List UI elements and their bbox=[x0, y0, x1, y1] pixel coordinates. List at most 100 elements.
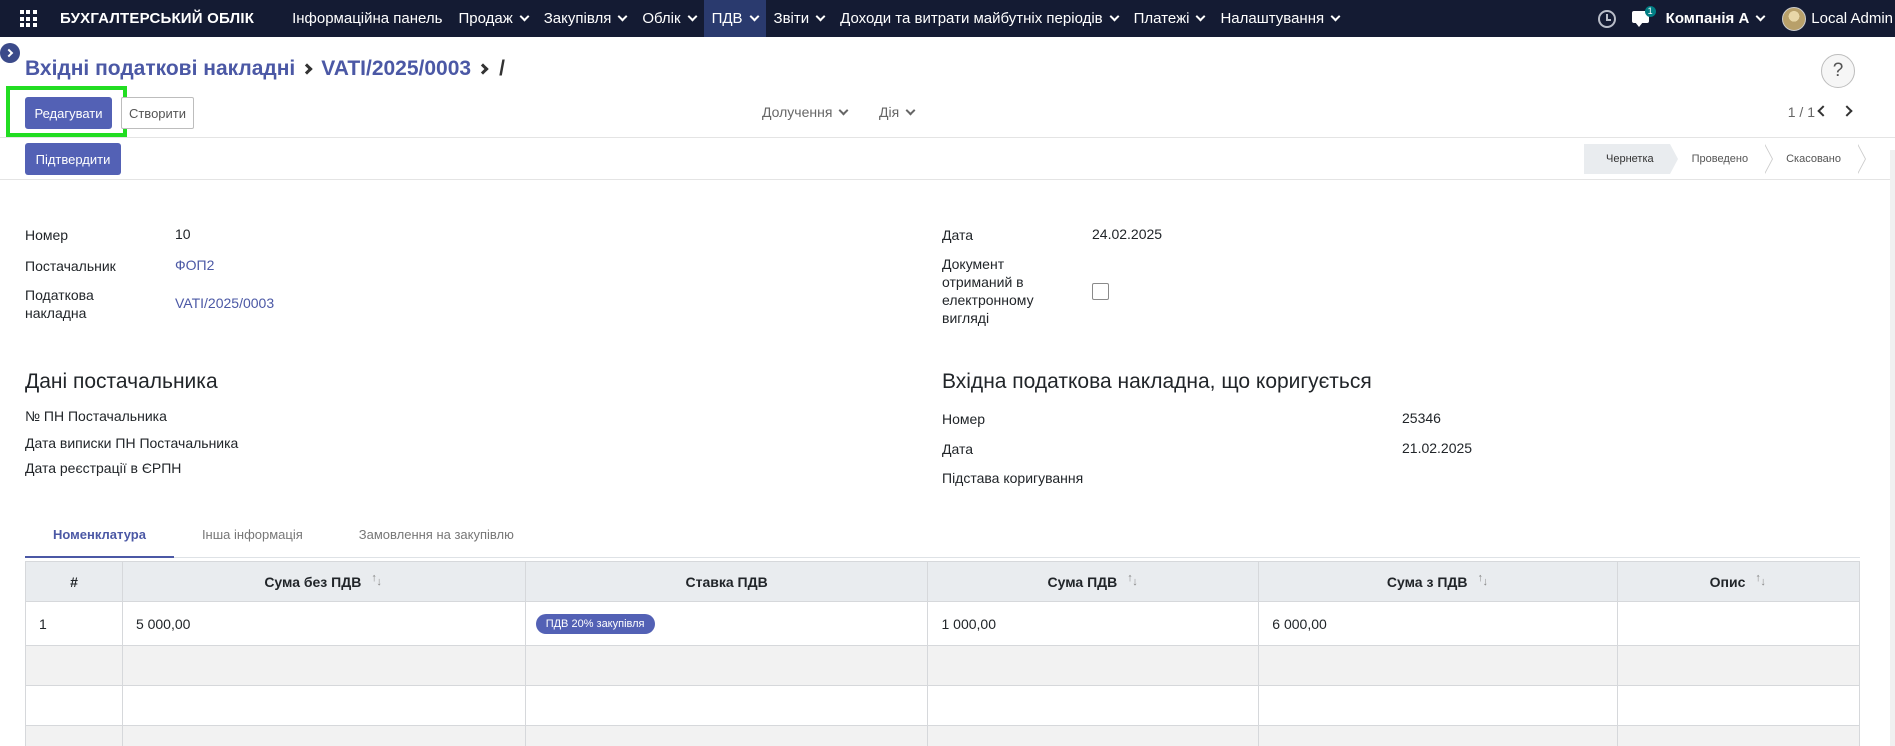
apps-menu-icon[interactable] bbox=[8, 0, 48, 37]
table-header-row: # Сума без ПДВ Ставка ПДВ Сума ПДВ Сума … bbox=[25, 561, 1860, 602]
app-brand[interactable]: БУХГАЛТЕРСЬКИЙ ОБЛІК bbox=[60, 10, 254, 27]
date-label: Дата bbox=[942, 227, 974, 243]
cell-description bbox=[1617, 601, 1860, 646]
sort-icon bbox=[371, 572, 383, 589]
column-header-label: Сума з ПДВ bbox=[1386, 573, 1468, 590]
empty-table-row bbox=[25, 685, 1860, 726]
column-header-label: Сума без ПДВ bbox=[264, 573, 362, 590]
electronic-document-checkbox[interactable] bbox=[1092, 283, 1109, 300]
tax-invoice-link[interactable]: VATI/2025/0003 bbox=[175, 295, 274, 311]
column-header-label: # bbox=[70, 573, 78, 590]
pager-previous-icon[interactable] bbox=[1817, 105, 1829, 117]
activity-clock-icon[interactable] bbox=[1597, 9, 1616, 28]
create-button[interactable]: Створити bbox=[121, 97, 194, 129]
breadcrumb: Вхідні податкові накладні VATI/2025/0003… bbox=[25, 57, 505, 81]
electronic-document-label: Документ отриманий в електронному вигляд… bbox=[942, 256, 1034, 326]
action-dropdown[interactable]: Дія bbox=[879, 104, 916, 120]
menu-label: Закупівля bbox=[543, 10, 612, 27]
breadcrumb-current-link[interactable]: VATI/2025/0003 bbox=[321, 57, 471, 81]
column-header-description[interactable]: Опис bbox=[1617, 561, 1860, 602]
supplier-section-title: Дані постачальника bbox=[25, 370, 218, 393]
sort-icon bbox=[1755, 572, 1767, 589]
page-scrollbar[interactable] bbox=[1890, 150, 1895, 746]
sort-icon bbox=[1477, 572, 1489, 589]
menu-item-vat[interactable]: ПДВ bbox=[703, 0, 766, 37]
menu-item-accounting[interactable]: Облік bbox=[634, 0, 703, 37]
menu-item-reports[interactable]: Звіти bbox=[766, 0, 833, 37]
status-stage-posted[interactable]: Проведено bbox=[1669, 144, 1765, 174]
supplier-link[interactable]: ФОП2 bbox=[175, 257, 214, 273]
supplier-invoice-date-label: Дата виписки ПН Постачальника bbox=[25, 435, 239, 451]
vat-rate-tag: ПДВ 20% закупівля bbox=[535, 613, 655, 634]
number-label: Номер bbox=[25, 227, 69, 243]
breadcrumb-trailing: / bbox=[499, 57, 505, 80]
status-bar: Чернетка Проведено Скасовано bbox=[1584, 144, 1857, 174]
messages-icon[interactable]: 1 bbox=[1631, 5, 1656, 28]
user-avatar[interactable] bbox=[1782, 6, 1807, 31]
attachment-dropdown[interactable]: Долучення bbox=[762, 104, 849, 120]
column-header-vat-amount[interactable]: Сума ПДВ bbox=[927, 561, 1260, 602]
chevron-down-icon bbox=[1330, 11, 1341, 22]
column-header-label: Ставка ПДВ bbox=[685, 573, 768, 590]
messages-count-badge: 1 bbox=[1644, 5, 1656, 17]
main-menu: Інформаційна панель Продаж Закупівля Обл… bbox=[284, 0, 1347, 37]
tab-purchase-orders[interactable]: Замовлення на закупівлю bbox=[331, 520, 542, 558]
menu-label: ПДВ bbox=[711, 10, 743, 27]
empty-table-row bbox=[25, 645, 1860, 686]
cell-amount-ex-vat: 5 000,00 bbox=[121, 601, 526, 646]
menu-item-purchase[interactable]: Закупівля bbox=[536, 0, 635, 37]
menu-item-deferred[interactable]: Доходи та витрати майбутніх періодів bbox=[832, 0, 1126, 37]
chevron-down-icon bbox=[1109, 11, 1120, 22]
column-header-amount-inc-vat[interactable]: Сума з ПДВ bbox=[1258, 561, 1619, 602]
menu-item-sales[interactable]: Продаж bbox=[450, 0, 535, 37]
pager-value[interactable]: 1 / 1 bbox=[1788, 104, 1815, 120]
chevron-down-icon bbox=[687, 11, 698, 22]
corrected-number-label: Номер bbox=[942, 411, 986, 427]
status-bar-divider bbox=[0, 179, 1895, 180]
tab-other-info[interactable]: Інша інформація bbox=[174, 520, 331, 558]
chevron-down-icon bbox=[838, 105, 849, 115]
chevron-right-icon bbox=[477, 63, 489, 75]
menu-label: Інформаційна панель bbox=[292, 10, 443, 27]
pager-next-icon[interactable] bbox=[1841, 105, 1853, 117]
confirm-button[interactable]: Підтвердити bbox=[25, 143, 121, 175]
number-value: 10 bbox=[175, 226, 191, 242]
tab-nomenclature[interactable]: Номенклатура bbox=[25, 520, 174, 558]
chevron-right-icon bbox=[4, 48, 14, 58]
menu-label: Звіти bbox=[773, 10, 810, 27]
menu-item-dashboard[interactable]: Інформаційна панель bbox=[284, 0, 450, 37]
supplier-label: Постачальник bbox=[25, 258, 116, 274]
breadcrumb-parent-link[interactable]: Вхідні податкові накладні bbox=[25, 57, 295, 81]
column-header-amount-ex-vat[interactable]: Сума без ПДВ bbox=[121, 561, 526, 602]
cell-number: 1 bbox=[25, 601, 123, 646]
menu-label: Платежі bbox=[1133, 10, 1190, 27]
sidebar-toggle-button[interactable] bbox=[0, 43, 20, 63]
menu-item-payments[interactable]: Платежі bbox=[1126, 0, 1213, 37]
supplier-invoice-number-label: № ПН Постачальника bbox=[25, 408, 167, 424]
company-switcher[interactable]: Компанія А bbox=[1666, 10, 1766, 27]
edit-button[interactable]: Редагувати bbox=[25, 97, 112, 129]
empty-table-row bbox=[25, 725, 1860, 746]
corrected-date-label: Дата bbox=[942, 441, 974, 457]
menu-label: Облік bbox=[642, 10, 681, 27]
corrected-number-value: 25346 bbox=[1402, 410, 1441, 426]
column-header-label: Сума ПДВ bbox=[1047, 573, 1118, 590]
corrected-date-value: 21.02.2025 bbox=[1402, 440, 1473, 456]
table-row[interactable]: 1 5 000,00 ПДВ 20% закупівля 1 000,00 6 … bbox=[25, 601, 1860, 646]
column-header-vat-rate[interactable]: Ставка ПДВ bbox=[524, 561, 929, 602]
user-name[interactable]: Local Admin bbox=[1811, 10, 1893, 27]
cell-vat-amount: 1 000,00 bbox=[927, 601, 1260, 646]
notebook-tabs: Номенклатура Інша інформація Замовлення … bbox=[25, 520, 1860, 558]
action-dropdown-label: Дія bbox=[879, 104, 900, 120]
sort-icon bbox=[1127, 572, 1139, 589]
status-stage-cancelled[interactable]: Скасовано bbox=[1764, 144, 1857, 174]
cell-vat-rate: ПДВ 20% закупівля bbox=[524, 601, 929, 646]
help-button[interactable]: ? bbox=[1821, 54, 1855, 88]
column-header-number[interactable]: # bbox=[25, 561, 123, 602]
menu-item-settings[interactable]: Налаштування bbox=[1212, 0, 1347, 37]
status-stage-draft[interactable]: Чернетка bbox=[1584, 144, 1678, 174]
control-panel-divider bbox=[0, 137, 1895, 138]
date-value: 24.02.2025 bbox=[1092, 226, 1163, 242]
chevron-down-icon bbox=[815, 11, 826, 22]
correction-reason-label: Підстава коригування bbox=[942, 470, 1084, 486]
